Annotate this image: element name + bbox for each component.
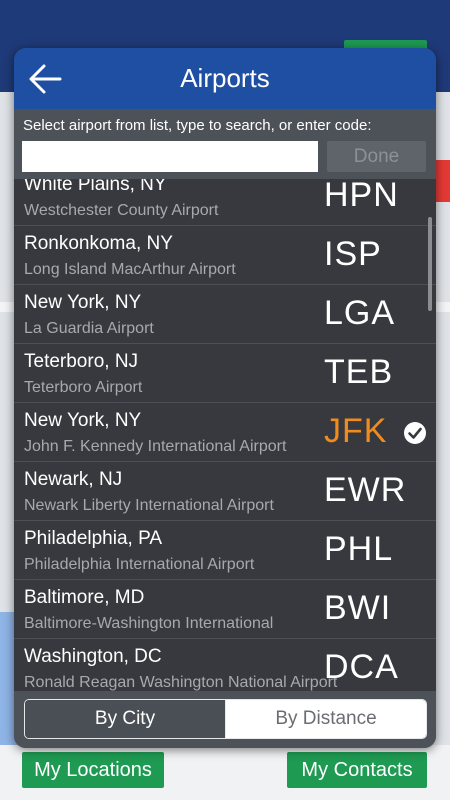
airport-name: Teterboro Airport (24, 379, 143, 396)
airport-row[interactable]: White Plains, NY Westchester County Airp… (14, 179, 436, 226)
airport-code: EWR (324, 471, 407, 509)
airport-code: ISP (324, 235, 382, 273)
airport-city: Ronkonkoma, NY (24, 233, 173, 254)
search-bar: Select airport from list, type to search… (14, 109, 436, 179)
dialog-title: Airports (180, 63, 270, 93)
airport-city: New York, NY (24, 292, 142, 313)
airport-name: Philadelphia International Airport (24, 556, 255, 573)
done-button[interactable]: Done (327, 141, 426, 172)
sort-by-city-tab[interactable]: By City (25, 700, 226, 738)
airport-code: LGA (324, 294, 396, 332)
airport-city: Newark, NJ (24, 469, 123, 490)
airport-code: TEB (324, 353, 394, 391)
dialog-header: Airports (14, 48, 436, 109)
my-contacts-button[interactable]: My Contacts (287, 752, 427, 788)
my-locations-button[interactable]: My Locations (22, 752, 164, 788)
list-scrollbar[interactable] (428, 217, 432, 311)
airport-name: Baltimore-Washington International (24, 615, 274, 632)
airport-city: Washington, DC (24, 646, 162, 667)
airport-row[interactable]: Teterboro, NJ Teterboro Airport TEB (14, 344, 436, 403)
sort-by-distance-tab[interactable]: By Distance (226, 700, 426, 738)
airport-name: La Guardia Airport (24, 320, 154, 337)
airport-city: New York, NY (24, 410, 142, 431)
sort-bar: By City By Distance (14, 691, 436, 748)
airport-row[interactable]: Ronkonkoma, NY Long Island MacArthur Air… (14, 226, 436, 285)
airports-dialog: Airports Select airport from list, type … (14, 48, 436, 748)
airport-row[interactable]: Newark, NJ Newark Liberty International … (14, 462, 436, 521)
airport-city: White Plains, NY (24, 179, 167, 195)
arrow-left-icon[interactable] (26, 61, 66, 97)
airport-city: Teterboro, NJ (24, 351, 139, 372)
airport-code: JFK (324, 412, 388, 450)
airport-list[interactable]: White Plains, NY Westchester County Airp… (14, 179, 436, 691)
airport-row-selected[interactable]: New York, NY John F. Kennedy Internation… (14, 403, 436, 462)
airport-name: Ronald Reagan Washington National Airpor… (24, 674, 338, 691)
airport-city: Philadelphia, PA (24, 528, 163, 549)
airport-row[interactable]: Philadelphia, PA Philadelphia Internatio… (14, 521, 436, 580)
airport-row[interactable]: New York, NY La Guardia Airport LGA (14, 285, 436, 344)
airport-name: Westchester County Airport (24, 202, 219, 219)
airport-search-input[interactable] (22, 141, 318, 172)
airport-name: John F. Kennedy International Airport (24, 438, 287, 455)
checkmark-circle-icon (404, 422, 426, 444)
airport-row[interactable]: Washington, DC Ronald Reagan Washington … (14, 639, 436, 691)
sort-segmented-control: By City By Distance (24, 699, 427, 739)
airport-row[interactable]: Baltimore, MD Baltimore-Washington Inter… (14, 580, 436, 639)
airport-code: BWI (324, 589, 392, 627)
airport-city: Baltimore, MD (24, 587, 145, 608)
airport-name: Long Island MacArthur Airport (24, 261, 236, 278)
search-prompt: Select airport from list, type to search… (23, 117, 372, 134)
airport-name: Newark Liberty International Airport (24, 497, 274, 514)
airport-code: DCA (324, 648, 399, 686)
airport-code: HPN (324, 179, 399, 214)
airport-code: PHL (324, 530, 394, 568)
